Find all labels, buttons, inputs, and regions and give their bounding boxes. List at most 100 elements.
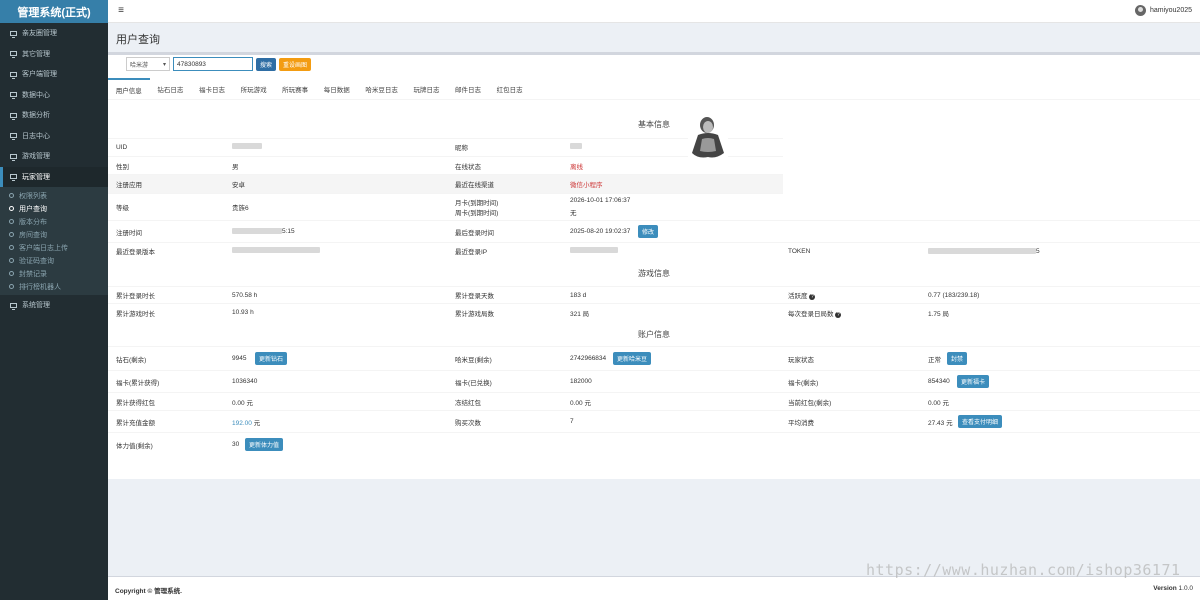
submenu-item-user-query[interactable]: 用户查询 [0, 202, 108, 215]
sidebar-item-logs[interactable]: 日志中心 [0, 126, 108, 147]
monitor-icon [10, 133, 17, 141]
basic-info-title: 基本信息 [638, 120, 670, 129]
submenu-label: 用户查询 [19, 205, 47, 213]
channel-label: 最近在线渠道 [455, 182, 494, 189]
play-dur-value: 10.93 h [232, 309, 254, 316]
monitor-icon [10, 92, 17, 100]
buy-count-value: 7 [570, 418, 574, 425]
submenu-item-version-dist[interactable]: 版本分布 [0, 215, 108, 228]
tab-user-info[interactable]: 用户信息 [108, 77, 150, 100]
menu-toggle-icon[interactable]: ≡ [114, 5, 128, 19]
submenu-item-captcha-query[interactable]: 验证码查询 [0, 254, 108, 267]
status-value: 正常 [928, 356, 941, 364]
modify-button[interactable]: 修改 [638, 225, 659, 238]
sidebar-item-client[interactable]: 客户端管理 [0, 64, 108, 85]
tab-played-games[interactable]: 所玩游戏 [233, 78, 275, 100]
tab-played-matches[interactable]: 所玩赛事 [274, 78, 316, 100]
watermark: https://www.huzhan.com/ishop36171 [866, 561, 1181, 579]
sidebar-item-data-center[interactable]: 数据中心 [0, 85, 108, 106]
redpack-total-label: 累计获得红包 [116, 399, 155, 407]
view-payment-button[interactable]: 查看支付明细 [958, 415, 1003, 428]
help-icon[interactable]: ? [835, 311, 842, 318]
sidebar-item-players[interactable]: 玩家管理 [0, 166, 108, 187]
sidebar-item-label: 其它管理 [22, 50, 50, 58]
bean-label: 哈米豆(剩余) [455, 356, 492, 364]
activity-label: 活跃度 [788, 293, 808, 300]
monitor-icon [10, 302, 17, 310]
sidebar-item-friends[interactable]: 亲友圈管理 [0, 23, 108, 44]
app-title[interactable]: 管理系统(正式) [0, 0, 108, 23]
circle-icon [9, 284, 14, 289]
page-title: 用户查询 [116, 34, 160, 46]
regtime-masked [232, 228, 282, 235]
help-icon[interactable]: ? [809, 294, 816, 300]
reg-app-value: 安卓 [232, 182, 245, 189]
lastlogin-label: 最后登录时间 [455, 229, 494, 237]
submenu-item-ban-records[interactable]: 封禁记录 [0, 267, 108, 280]
monitor-icon [10, 30, 17, 38]
submenu-label: 客户端日志上传 [19, 244, 68, 252]
daily-rounds-label: 每次登录日局数 [788, 310, 834, 318]
account-info-title: 账户信息 [638, 330, 670, 339]
game-select-value: 哈米游 [130, 62, 149, 69]
table-row: 性别 男 在线状态 离线 [108, 156, 783, 174]
sidebar-item-games[interactable]: 游戏管理 [0, 146, 108, 167]
submenu-label: 权限列表 [19, 192, 47, 200]
submenu-item-rank-bots[interactable]: 排行榜机器人 [0, 280, 108, 293]
update-diamond-button[interactable]: 更新钻石 [255, 352, 288, 365]
sidebar-item-label: 系统管理 [22, 302, 50, 310]
search-button[interactable]: 搜索 [256, 57, 277, 71]
submenu-item-room-query[interactable]: 房间查询 [0, 228, 108, 241]
tab-redpack-log[interactable]: 红包日志 [489, 78, 531, 100]
level-value: 贵族6 [232, 204, 249, 212]
update-bean-button[interactable]: 更新哈米豆 [613, 352, 652, 365]
copyright-name[interactable]: 管理系统. [154, 588, 182, 595]
token-label: TOKEN [788, 247, 811, 255]
monthcard-value: 2026-10-01 17:06:37 [570, 197, 631, 204]
recharge-amount-link[interactable]: 192.00 [232, 420, 252, 427]
update-stamina-button[interactable]: 更新体力值 [245, 438, 284, 451]
avg-value: 27.43 元 [928, 419, 953, 427]
monitor-icon [10, 153, 17, 161]
recharge-label: 累计充值金额 [116, 419, 155, 427]
diamond-label: 钻石(剩余) [116, 356, 147, 364]
sidebar-item-label: 亲友圈管理 [22, 30, 57, 38]
tab-diamond-log[interactable]: 钻石日志 [150, 78, 192, 100]
daily-rounds-value: 1.75 局 [928, 310, 949, 318]
uid-search-input[interactable]: 47830893 [173, 57, 253, 71]
ban-button[interactable]: 封禁 [947, 352, 968, 365]
card-used-value: 182000 [570, 378, 592, 385]
update-card-button[interactable]: 更新福卡 [957, 375, 990, 388]
tab-bar: 用户信息 钻石日志 福卡日志 所玩游戏 所玩赛事 每日数据 哈米豆日志 玩牌日志… [108, 77, 1200, 100]
sidebar-item-other[interactable]: 其它管理 [0, 44, 108, 65]
diamond-value: 9945 [232, 355, 247, 362]
tab-daily-data[interactable]: 每日数据 [316, 78, 358, 100]
table-row: 累计充值金额 192.00 元 购买次数 7 平均消费 27.43 元 查看支付… [108, 410, 1200, 432]
sidebar-item-data-analysis[interactable]: 数据分析 [0, 105, 108, 126]
circle-icon [9, 245, 14, 250]
submenu-item-client-log-upload[interactable]: 客户端日志上传 [0, 241, 108, 254]
level-label: 等级 [116, 204, 129, 212]
tab-bean-log[interactable]: 哈米豆日志 [358, 78, 406, 100]
sidebar-item-system[interactable]: 系统管理 [0, 295, 108, 316]
submenu-item-permissions[interactable]: 权限列表 [0, 189, 108, 202]
table-row: 注册应用 安卓 最近在线渠道 微信小程序 [108, 174, 783, 193]
game-select[interactable]: 哈米游 ▾ [126, 57, 170, 71]
token-value: 5 [1036, 247, 1040, 255]
table-row: UID 昵称 [108, 138, 783, 155]
recharge-unit: 元 [253, 419, 261, 427]
user-menu[interactable]: hamiyou2025 [1134, 5, 1192, 16]
submenu-label: 版本分布 [19, 218, 47, 226]
tab-mail-log[interactable]: 邮件日志 [447, 78, 489, 100]
sidebar-item-label: 客户端管理 [22, 71, 57, 79]
table-row: 注册时间 5:15 最后登录时间 2025-08-20 19:02:37 修改 [108, 220, 1200, 242]
uid-label: UID [116, 143, 128, 151]
tab-play-log[interactable]: 玩牌日志 [406, 78, 448, 100]
reset-button[interactable]: 重设画图 [279, 57, 312, 71]
channel-value: 微信小程序 [570, 182, 603, 189]
regtime-value: 5:15 [282, 228, 295, 235]
version-label: 最近登录版本 [116, 249, 155, 256]
table-row: 体力值(剩余) 30 更新体力值 [108, 432, 1200, 456]
tab-card-log[interactable]: 福卡日志 [191, 78, 233, 100]
version-info: Version 1.0.0 [1153, 585, 1193, 592]
